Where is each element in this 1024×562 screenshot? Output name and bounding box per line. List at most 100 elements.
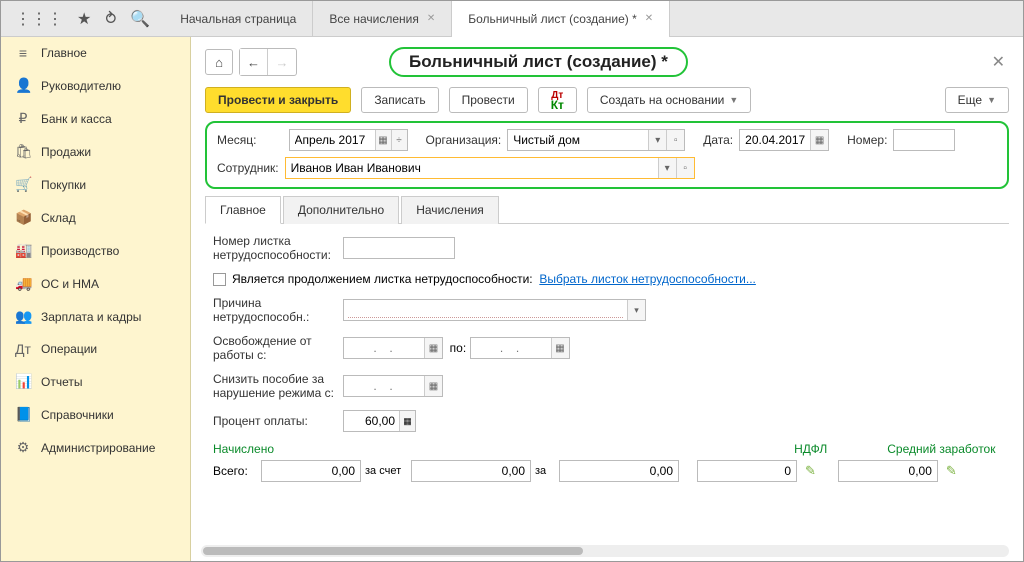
- month-field[interactable]: ▦ ÷: [289, 129, 408, 151]
- sub-label-1: за счет: [365, 465, 407, 477]
- avg-field[interactable]: 0,00: [838, 460, 938, 482]
- employee-field[interactable]: ▾ ▫: [285, 157, 695, 179]
- cart-icon: 🛒: [15, 176, 31, 193]
- sidebar-item-warehouse[interactable]: 📦Склад: [1, 201, 190, 234]
- sidebar-item-bank[interactable]: ₽Банк и касса: [1, 102, 190, 135]
- ruble-icon: ₽: [15, 110, 31, 127]
- close-icon[interactable]: ✕: [645, 13, 653, 24]
- sidebar-item-purchases[interactable]: 🛒Покупки: [1, 168, 190, 201]
- calendar-icon[interactable]: ▦: [424, 338, 442, 358]
- percent-input[interactable]: [344, 411, 399, 431]
- continuation-checkbox[interactable]: [213, 273, 226, 286]
- edit-icon[interactable]: ✎: [946, 463, 957, 479]
- date-from-input[interactable]: [344, 338, 424, 358]
- number-input[interactable]: [894, 130, 954, 150]
- reason-field[interactable]: ▾: [343, 299, 646, 321]
- menu-icon: ≡: [15, 45, 31, 61]
- people-icon: 👥: [15, 308, 31, 325]
- avg-heading: Средний заработок: [887, 442, 1009, 456]
- calendar-icon[interactable]: ▦: [551, 338, 569, 358]
- tab-main[interactable]: Главное: [205, 196, 281, 224]
- chevron-down-icon[interactable]: ▾: [648, 130, 666, 150]
- factory-icon: 🏭: [15, 242, 31, 259]
- employee-label: Сотрудник:: [217, 161, 279, 175]
- total-for-field[interactable]: 0,00: [559, 460, 679, 482]
- month-input[interactable]: [290, 130, 375, 150]
- horizontal-scrollbar[interactable]: [201, 545, 1009, 557]
- post-and-close-button[interactable]: Провести и закрыть: [205, 87, 351, 113]
- home-button[interactable]: ⌂: [205, 49, 233, 75]
- dtkt-button[interactable]: ДтКт: [538, 87, 577, 113]
- more-button[interactable]: Еще▼: [945, 87, 1009, 113]
- sidebar-item-catalogs[interactable]: 📘Справочники: [1, 398, 190, 431]
- sidebar: ≡Главное 👤Руководителю ₽Банк и касса 🛍Пр…: [1, 37, 191, 561]
- edit-icon[interactable]: ✎: [805, 463, 816, 479]
- tab-home[interactable]: Начальная страница: [164, 1, 313, 37]
- sidebar-item-admin[interactable]: ⚙Администрирование: [1, 431, 190, 464]
- toolbar: Провести и закрыть Записать Провести ДтК…: [205, 87, 1009, 113]
- reduce-date-input[interactable]: [344, 376, 424, 396]
- tab-sick-leave[interactable]: Больничный лист (создание) *✕: [452, 1, 670, 37]
- history-icon[interactable]: ⥁: [105, 9, 116, 29]
- sidebar-item-operations[interactable]: ДтОперации: [1, 333, 190, 365]
- ndfl-field[interactable]: 0: [697, 460, 797, 482]
- main-area: ⌂ ← → Больничный лист (создание) * ✕ Про…: [191, 37, 1023, 561]
- reason-input[interactable]: [348, 302, 623, 318]
- open-icon[interactable]: ▫: [676, 158, 694, 178]
- sheet-no-label: Номер листка нетрудоспособности:: [213, 234, 343, 262]
- date-input[interactable]: [740, 130, 810, 150]
- sidebar-item-payroll[interactable]: 👥Зарплата и кадры: [1, 300, 190, 333]
- totals-header: Начислено НДФЛ Средний заработок: [205, 442, 1009, 456]
- star-icon[interactable]: ★: [77, 9, 91, 29]
- calendar-icon[interactable]: ▦: [375, 130, 391, 150]
- sidebar-item-main[interactable]: ≡Главное: [1, 37, 190, 69]
- tab-accruals[interactable]: Все начисления✕: [313, 1, 452, 37]
- number-label: Номер:: [847, 133, 887, 147]
- spin-icon[interactable]: ÷: [391, 130, 407, 150]
- tab-accruals[interactable]: Начисления: [401, 196, 499, 224]
- sheet-no-input[interactable]: [344, 238, 454, 258]
- tab-extra[interactable]: Дополнительно: [283, 196, 399, 224]
- save-button[interactable]: Записать: [361, 87, 438, 113]
- date-to-field[interactable]: ▦: [470, 337, 570, 359]
- sidebar-item-production[interactable]: 🏭Производство: [1, 234, 190, 267]
- date-field[interactable]: ▦: [739, 129, 829, 151]
- chevron-down-icon[interactable]: ▾: [658, 158, 676, 178]
- calendar-icon[interactable]: ▦: [424, 376, 442, 396]
- open-icon[interactable]: ▫: [666, 130, 684, 150]
- spinner-icon[interactable]: ▦: [399, 411, 415, 431]
- sidebar-item-reports[interactable]: 📊Отчеты: [1, 365, 190, 398]
- chevron-down-icon[interactable]: ▾: [627, 300, 645, 320]
- date-from-field[interactable]: ▦: [343, 337, 443, 359]
- select-sheet-link[interactable]: Выбрать листок нетрудоспособности...: [539, 272, 756, 286]
- create-based-button[interactable]: Создать на основании▼: [587, 87, 751, 113]
- org-field[interactable]: ▾ ▫: [507, 129, 685, 151]
- forward-button[interactable]: →: [268, 49, 296, 75]
- sheet-no-field[interactable]: [343, 237, 455, 259]
- date-to-input[interactable]: [471, 338, 551, 358]
- page-title: Больничный лист (создание) *: [389, 47, 688, 77]
- employee-input[interactable]: [286, 158, 658, 178]
- percent-label: Процент оплаты:: [213, 414, 343, 428]
- sidebar-item-manager[interactable]: 👤Руководителю: [1, 69, 190, 102]
- sidebar-item-sales[interactable]: 🛍Продажи: [1, 135, 190, 168]
- reduce-date-field[interactable]: ▦: [343, 375, 443, 397]
- scrollbar-thumb[interactable]: [203, 547, 583, 555]
- post-button[interactable]: Провести: [449, 87, 528, 113]
- sidebar-item-assets[interactable]: 🚚ОС и НМА: [1, 267, 190, 300]
- search-icon[interactable]: 🔍: [130, 9, 150, 29]
- total-all-field[interactable]: 0,00: [261, 460, 361, 482]
- close-page-button[interactable]: ✕: [988, 48, 1009, 76]
- number-field[interactable]: [893, 129, 955, 151]
- percent-field[interactable]: ▦: [343, 410, 416, 432]
- title-bar: ⌂ ← → Больничный лист (создание) * ✕: [205, 47, 1009, 77]
- calendar-icon[interactable]: ▦: [810, 130, 828, 150]
- total-label: Всего:: [213, 464, 257, 478]
- top-bar: ⋮⋮⋮ ★ ⥁ 🔍 Начальная страница Все начисле…: [1, 1, 1023, 37]
- date-label: Дата:: [703, 133, 733, 147]
- org-input[interactable]: [508, 130, 648, 150]
- apps-icon[interactable]: ⋮⋮⋮: [15, 9, 63, 29]
- back-button[interactable]: ←: [240, 49, 268, 75]
- close-icon[interactable]: ✕: [427, 13, 435, 24]
- total-account-field[interactable]: 0,00: [411, 460, 531, 482]
